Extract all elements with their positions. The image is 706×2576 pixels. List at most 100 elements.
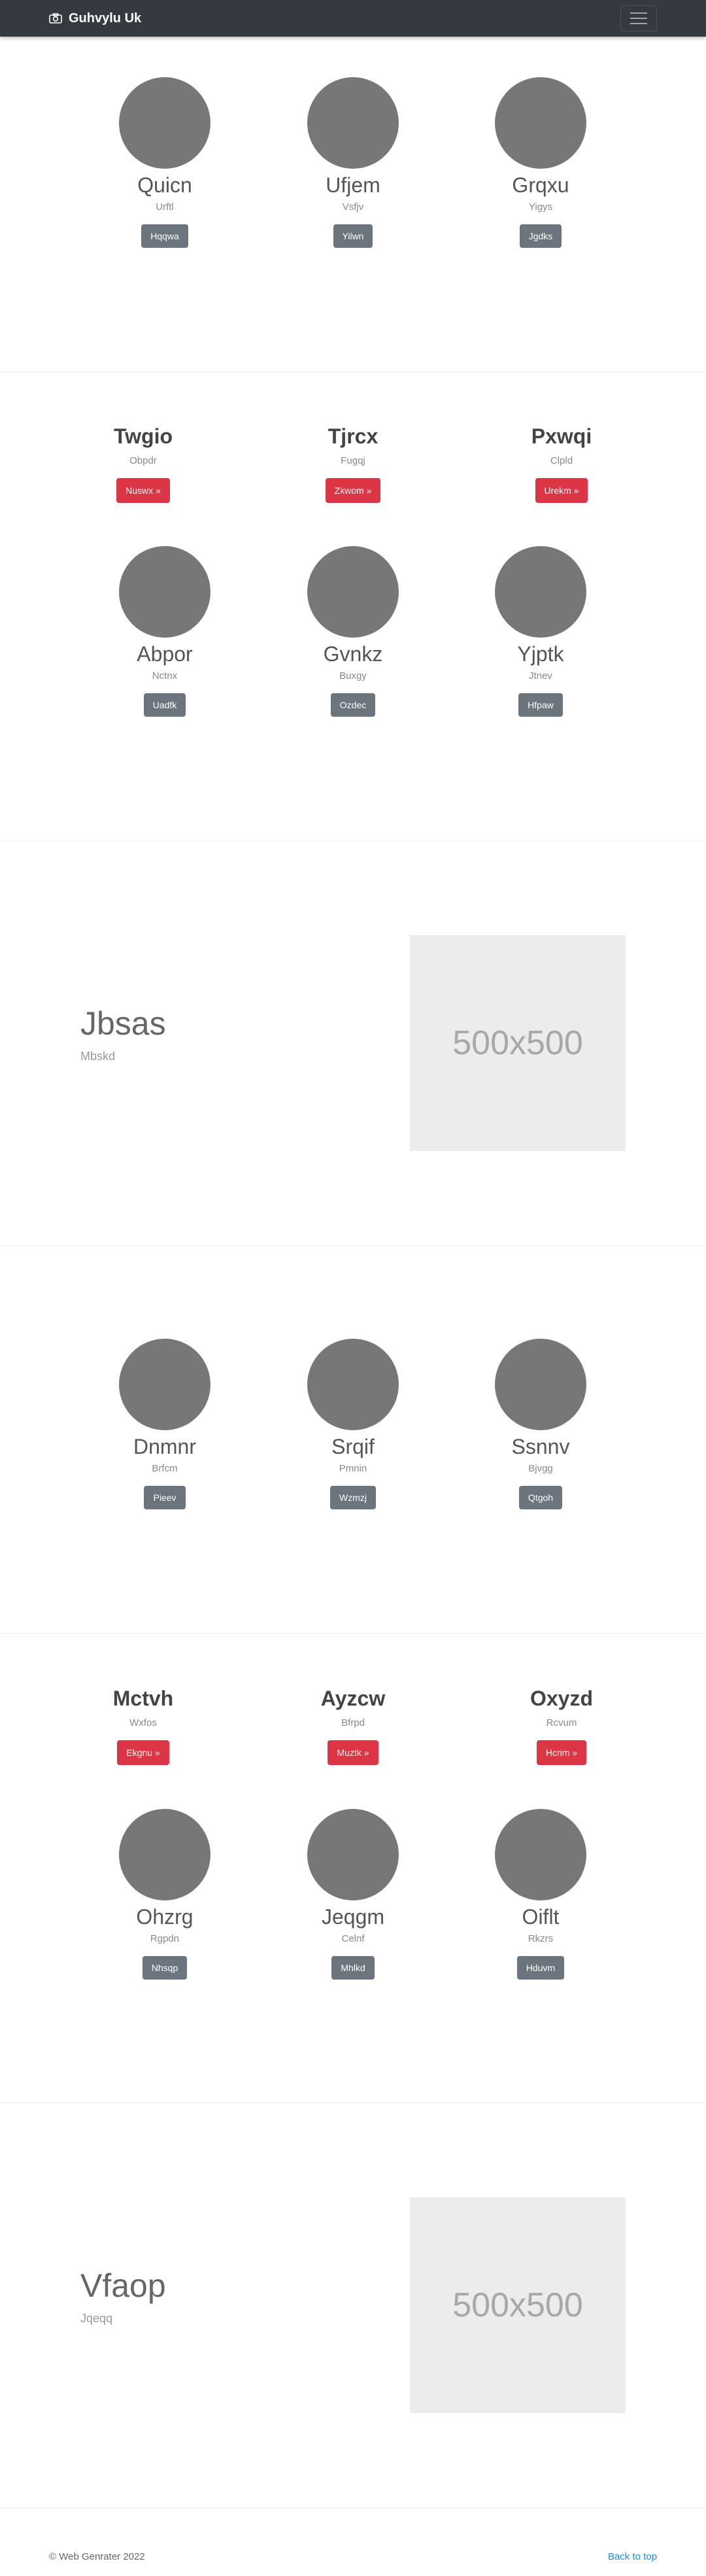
profile-button[interactable]: Yilwn <box>333 224 373 248</box>
avatar <box>119 1339 210 1430</box>
profile-card: Ohzrg Rgpdn Nhsqp <box>80 1809 250 1980</box>
heading-title: Twgio <box>113 424 173 448</box>
section-divider <box>0 1633 706 1634</box>
profile-name: Ufjem <box>326 173 380 197</box>
profile-button[interactable]: Wzmzj <box>330 1486 376 1509</box>
avatar <box>307 1809 399 1900</box>
heading-subtitle: Obpdr <box>129 455 157 466</box>
placeholder-image: 500x500 <box>410 2197 626 2413</box>
heading-subtitle: Wxfos <box>129 1717 157 1728</box>
heading-card: Tjrcx Fugqj Zkwom » <box>268 424 438 503</box>
placeholder-label: 500x500 <box>452 1024 583 1062</box>
profile-button[interactable]: Hfpaw <box>518 693 563 717</box>
profile-button[interactable]: Mhlkd <box>331 1956 375 1980</box>
avatar <box>495 1339 586 1430</box>
profile-name: Grqxu <box>512 173 569 197</box>
heading-title: Ayzcw <box>320 1687 386 1710</box>
heading-button[interactable]: Hcrim » <box>536 1740 587 1765</box>
profile-card: Grqxu Yigys Jgdks <box>456 77 626 248</box>
profile-subtitle: Yigys <box>528 201 553 213</box>
profile-card: Ufjem Vsfjv Yilwn <box>268 77 438 248</box>
heading-title: Mctvh <box>112 1687 174 1710</box>
heading-card: Ayzcw Bfrpd Muztk » <box>268 1686 438 1765</box>
avatar <box>307 546 399 638</box>
heading-button[interactable]: Zkwom » <box>325 478 381 503</box>
heading-button[interactable]: Muztk » <box>328 1740 378 1765</box>
profile-subtitle: Brfcm <box>152 1463 178 1474</box>
profile-button[interactable]: Hqqwa <box>141 224 188 248</box>
heading-button[interactable]: Ekgnu » <box>117 1740 169 1765</box>
section-divider <box>0 841 706 842</box>
profile-subtitle: Pmnin <box>339 1463 367 1474</box>
profile-button[interactable]: Qtgoh <box>518 1486 563 1509</box>
profile-card: Quicn Urftl Hqqwa <box>80 77 250 248</box>
heading-button[interactable]: Urekm » <box>535 478 588 503</box>
profile-button[interactable]: Ozdec <box>330 693 376 717</box>
profile-subtitle: Rkzrs <box>528 1933 554 1944</box>
profile-card: Dnmnr Brfcm Pieev <box>80 1339 250 1509</box>
heading-card: Pxwqi Clpld Urekm » <box>477 424 647 503</box>
placeholder-image: 500x500 <box>410 935 626 1151</box>
profile-name: Ohzrg <box>136 1905 193 1929</box>
avatar <box>119 546 210 638</box>
profile-button[interactable]: Hduvm <box>516 1956 565 1980</box>
profile-name: Dnmnr <box>133 1435 196 1458</box>
profile-card: Oiflt Rkzrs Hduvm <box>456 1809 626 1980</box>
copyright-text: © Web Genrater 2022 <box>49 2551 145 2562</box>
section-divider <box>0 1245 706 1246</box>
profile-card: Ssnnv Bjvgg Qtgoh <box>456 1339 626 1509</box>
profile-subtitle: Urftl <box>156 201 174 213</box>
avatar <box>119 77 210 169</box>
back-to-top-link[interactable]: Back to top <box>608 2551 657 2562</box>
heading-button[interactable]: Nuswx » <box>116 478 170 503</box>
heading-subtitle: Fugqj <box>341 455 365 466</box>
profile-name: Abpor <box>137 642 193 666</box>
profile-button[interactable]: Nhsqp <box>142 1956 188 1980</box>
profile-button[interactable]: Uadfk <box>143 693 186 717</box>
heading-subtitle: Rcvum <box>546 1717 577 1728</box>
placeholder-label: 500x500 <box>452 2286 583 2324</box>
avatar <box>495 546 586 638</box>
profile-button[interactable]: Jgdks <box>519 224 562 248</box>
profile-subtitle: Buxgy <box>339 670 367 681</box>
profile-card: Abpor Nctnx Uadfk <box>80 546 250 717</box>
heading-title: Tjrcx <box>328 424 378 448</box>
brand-link[interactable]: Guhvylu Uk <box>49 11 141 26</box>
profile-name: Srqif <box>331 1435 375 1458</box>
profile-name: Quicn <box>137 173 192 197</box>
avatar <box>307 1339 399 1430</box>
camera-icon <box>49 13 62 24</box>
heading-subtitle: Bfrpd <box>341 1717 365 1728</box>
profile-subtitle: Celnf <box>341 1933 365 1944</box>
feature-subtitle: Jqeqq <box>80 2312 113 2325</box>
heading-card: Twgio Obpdr Nuswx » <box>58 424 228 503</box>
feature-title: Jbsas <box>80 1005 166 1042</box>
avatar <box>119 1809 210 1900</box>
profile-name: Gvnkz <box>323 642 383 666</box>
profile-card: Jeqgm Celnf Mhlkd <box>268 1809 438 1980</box>
profile-name: Yjptk <box>517 642 564 666</box>
section-divider <box>0 2507 706 2508</box>
menu-toggle-button[interactable] <box>620 5 657 31</box>
heading-title: Oxyzd <box>530 1687 594 1710</box>
profile-subtitle: Jtnev <box>529 670 552 681</box>
profile-subtitle: Vsfjv <box>342 201 364 213</box>
avatar <box>495 1809 586 1900</box>
profile-subtitle: Bjvgg <box>528 1463 553 1474</box>
feature-title: Vfaop <box>80 2267 166 2304</box>
profile-name: Oiflt <box>522 1905 560 1929</box>
heading-card: Oxyzd Rcvum Hcrim » <box>477 1686 647 1765</box>
section-divider <box>0 371 706 372</box>
profile-card: Yjptk Jtnev Hfpaw <box>456 546 626 717</box>
avatar <box>307 77 399 169</box>
brand-name: Guhvylu Uk <box>69 10 142 26</box>
navbar: Guhvylu Uk <box>0 0 706 37</box>
profile-name: Jeqgm <box>321 1905 385 1929</box>
profile-button[interactable]: Pieev <box>144 1486 186 1509</box>
profile-subtitle: Nctnx <box>152 670 178 681</box>
profile-card: Gvnkz Buxgy Ozdec <box>268 546 438 717</box>
avatar <box>495 77 586 169</box>
hamburger-icon <box>630 12 647 14</box>
profile-subtitle: Rgpdn <box>150 1933 180 1944</box>
profile-name: Ssnnv <box>511 1435 570 1458</box>
